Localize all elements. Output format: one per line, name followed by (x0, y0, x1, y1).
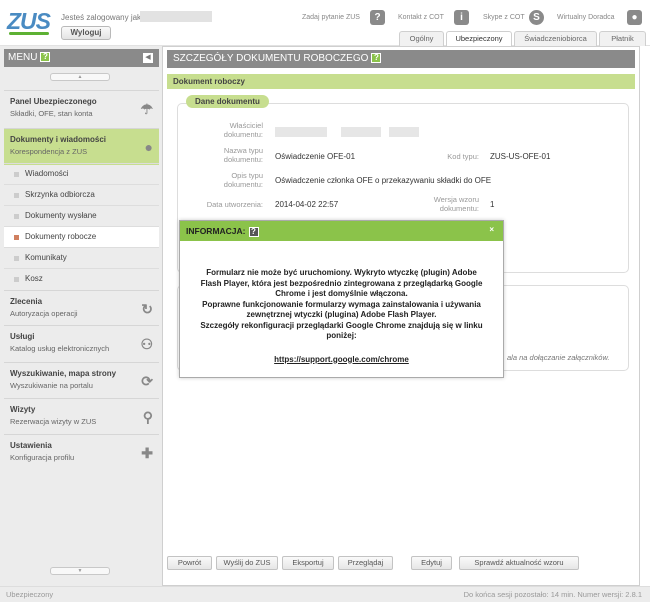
chrome-support-link[interactable]: https://support.google.com/chrome (180, 355, 503, 366)
section-subtitle: Składki, OFE, stan konta (10, 109, 93, 118)
dialog-header: INFORMACJA:? (180, 221, 503, 241)
walking-person-icon: ⚲ (142, 409, 153, 425)
zus-logo[interactable]: ZUS (7, 8, 51, 36)
question-icon[interactable]: ? (370, 10, 385, 25)
user-icon[interactable]: ● (627, 10, 642, 25)
sidebar-item-messages[interactable]: Wiadomości (4, 163, 159, 184)
section-subtitle: Autoryzacja operacji (10, 309, 78, 318)
tab-beneficiary[interactable]: Świadczeniobiorca (514, 31, 597, 46)
section-title: Zlecenia (10, 297, 43, 306)
scroll-down-button[interactable]: ▼ (50, 567, 110, 575)
section-subtitle: Korespondencja z ZUS (10, 147, 88, 156)
umbrella-icon: ☂ (140, 101, 153, 117)
section-subtitle: Wyszukiwanie na portalu (10, 381, 93, 390)
sync-icon: ⟳ (141, 373, 153, 389)
sidebar-section-documents[interactable]: Dokumenty i wiadomości Korespondencja z … (4, 128, 159, 165)
code-label: Kod typu: (447, 152, 479, 161)
sidebar-section-insured-panel[interactable]: Panel Ubezpieczonego Składki, OFE, stan … (4, 90, 159, 127)
sidebar-section-services[interactable]: Usługi Katalog usług elektronicznych ⚇ (4, 325, 159, 362)
type-value: Oświadczenie OFE-01 (275, 152, 356, 161)
description-value: Oświadczenie członka OFE o przekazywaniu… (275, 176, 492, 185)
services-icon: ⚇ (140, 336, 153, 352)
section-title: Panel Ubezpieczonego (10, 97, 97, 106)
help-icon[interactable]: ? (40, 52, 51, 63)
tab-payer[interactable]: Płatnik (599, 31, 646, 46)
scroll-up-button[interactable]: ▲ (50, 73, 110, 81)
info-icon[interactable]: i (454, 10, 469, 25)
role-label: Ubezpieczony (6, 590, 54, 599)
top-bar: ZUS Jesteś zalogowany jako: Wyloguj Zada… (0, 0, 650, 47)
section-title: Usługi (10, 332, 35, 341)
skype-icon[interactable]: S (529, 10, 544, 25)
type-label: Nazwa typu dokumentu: (223, 146, 263, 164)
draft-subheader: Dokument roboczy (167, 74, 635, 89)
section-title: Ustawienia (10, 441, 52, 450)
back-button[interactable]: Powrót (167, 556, 212, 570)
description-label: Opis typu dokumentu: (223, 171, 263, 189)
section-subtitle: Katalog usług elektronicznych (10, 344, 110, 353)
dialog-body: Formularz nie może być uruchomiony. Wykr… (180, 241, 503, 365)
dialog-line: Chrome i jest domyślnie włączona. (275, 289, 408, 298)
version-value: 1 (490, 200, 495, 209)
dialog-line: Flash Player, która jest bezpośrednio zi… (200, 278, 483, 288)
tab-general[interactable]: Ogólny (399, 31, 444, 46)
dialog-line: Szczegóły rekonfiguracji przeglądarki Go… (200, 320, 483, 330)
sidebar-item-announcements[interactable]: Komunikaty (4, 247, 159, 268)
section-title: Dane dokumentu (186, 95, 269, 108)
dialog-line: Formularz nie może być uruchomiony. Wykr… (206, 268, 477, 277)
sidebar: MENU? ◀ ▲ Panel Ubezpieczonego Składki, O… (0, 46, 162, 586)
help-icon[interactable]: ? (371, 53, 382, 64)
status-bar: Ubezpieczony Do końca sesji pozostało: 1… (0, 586, 650, 602)
attachments-note: ala na dołączanie załączników. (507, 353, 610, 362)
section-subtitle: Konfiguracja profilu (10, 453, 75, 462)
created-label: Data utworzenia: (206, 200, 263, 209)
logout-button[interactable]: Wyloguj (61, 26, 111, 40)
menu-header: MENU? ◀ (4, 49, 159, 67)
information-dialog: INFORMACJA:? × Formularz nie może być ur… (179, 220, 504, 378)
dialog-title: INFORMACJA: (186, 226, 246, 236)
contact-cot-link[interactable]: Kontakt z COT (398, 14, 444, 21)
version-label: Wersja wzoru dokumentu: (433, 195, 479, 213)
collapse-left-icon[interactable]: ◀ (143, 53, 153, 63)
edit-button[interactable]: Edytuj (411, 556, 452, 570)
sidebar-section-visits[interactable]: Wizyty Rezerwacja wizyty w ZUS ⚲ (4, 398, 159, 435)
export-button[interactable]: Eksportuj (282, 556, 334, 570)
check-template-button[interactable]: Sprawdź aktualność wzoru (459, 556, 579, 570)
help-icon[interactable]: ? (248, 226, 259, 237)
tab-insured[interactable]: Ubezpieczony (446, 31, 512, 47)
sidebar-item-trash[interactable]: Kosz (4, 268, 159, 289)
section-title: Dokumenty i wiadomości (10, 135, 107, 144)
logged-in-label: Jesteś zalogowany jako: (61, 13, 148, 22)
close-icon[interactable]: × (489, 225, 494, 234)
code-value: ZUS-US-OFE-01 (490, 152, 551, 161)
puzzle-icon: ✚ (141, 445, 153, 461)
created-value: 2014-04-02 22:57 (275, 200, 339, 209)
send-to-zus-button[interactable]: Wyślij do ZUS (216, 556, 278, 570)
page-title: SZCZEGÓŁY DOKUMENTU ROBOCZEGO? (167, 50, 635, 68)
refresh-icon: ↻ (141, 301, 153, 317)
sidebar-item-sent[interactable]: Dokumenty wysłane (4, 205, 159, 226)
owner-value-redacted (275, 127, 420, 139)
sidebar-section-orders[interactable]: Zlecenia Autoryzacja operacji ↻ (4, 290, 159, 327)
page-title-text: SZCZEGÓŁY DOKUMENTU ROBOCZEGO (173, 53, 369, 64)
section-title: Wizyty (10, 405, 36, 414)
sidebar-section-settings[interactable]: Ustawienia Konfiguracja profilu ✚ (4, 434, 159, 471)
section-title: Wyszukiwanie, mapa strony (10, 369, 117, 378)
ask-zus-link[interactable]: Zadaj pytanie ZUS (302, 14, 360, 21)
owner-label: Właściciel dokumentu: (223, 121, 263, 139)
section-subtitle: Rezerwacja wizyty w ZUS (10, 417, 97, 426)
dialog-line: Poprawne funkcjonowanie formularzy wymag… (202, 299, 481, 309)
sidebar-item-drafts[interactable]: Dokumenty robocze (4, 226, 159, 247)
virtual-advisor-link[interactable]: Wirtualny Doradca (557, 14, 615, 21)
username-redacted (140, 11, 212, 22)
browse-button[interactable]: Przeglądaj (338, 556, 393, 570)
sidebar-section-search[interactable]: Wyszukiwanie, mapa strony Wyszukiwanie n… (4, 362, 159, 399)
speech-bubble-icon: ● (144, 139, 153, 155)
dialog-line: poniżej: (326, 331, 357, 340)
sidebar-item-inbox[interactable]: Skrzynka odbiorcza (4, 184, 159, 205)
dialog-line: zewnętrznej wtyczki (plugina) Adobe Flas… (246, 310, 437, 319)
skype-cot-link[interactable]: Skype z COT (483, 14, 525, 21)
session-info: Do końca sesji pozostało: 14 min. Numer … (463, 590, 642, 599)
menu-title: MENU (8, 52, 38, 63)
